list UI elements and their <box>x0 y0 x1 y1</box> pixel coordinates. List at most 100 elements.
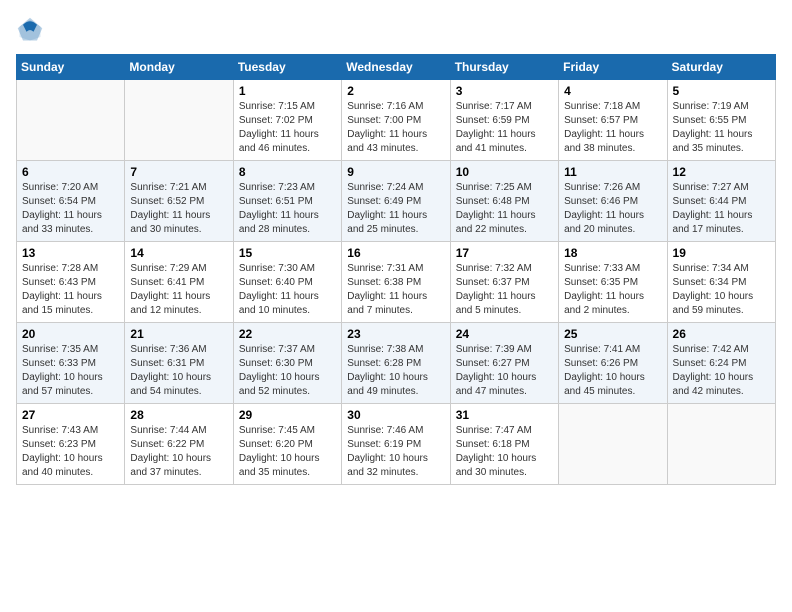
calendar-cell: 16 Sunrise: 7:31 AMSunset: 6:38 PMDayligh… <box>342 242 450 323</box>
day-info: Sunrise: 7:31 AMSunset: 6:38 PMDaylight:… <box>347 262 444 318</box>
day-number: 26 <box>673 327 770 341</box>
day-info: Sunrise: 7:35 AMSunset: 6:33 PMDaylight:… <box>22 343 119 399</box>
day-number: 21 <box>130 327 227 341</box>
calendar-week-row: 20 Sunrise: 7:35 AMSunset: 6:33 PMDayligh… <box>17 323 776 404</box>
day-number: 2 <box>347 84 444 98</box>
calendar-header-friday: Friday <box>559 55 667 80</box>
day-info: Sunrise: 7:41 AMSunset: 6:26 PMDaylight:… <box>564 343 661 399</box>
calendar-cell: 29 Sunrise: 7:45 AMSunset: 6:20 PMDayligh… <box>233 404 341 485</box>
day-number: 20 <box>22 327 119 341</box>
day-number: 10 <box>456 165 553 179</box>
calendar-cell: 23 Sunrise: 7:38 AMSunset: 6:28 PMDayligh… <box>342 323 450 404</box>
day-info: Sunrise: 7:24 AMSunset: 6:49 PMDaylight:… <box>347 181 444 237</box>
calendar-cell <box>125 80 233 161</box>
calendar-cell: 20 Sunrise: 7:35 AMSunset: 6:33 PMDayligh… <box>17 323 125 404</box>
calendar-cell: 3Sunrise: 7:17 AMSunset: 6:59 PMDaylight… <box>450 80 558 161</box>
calendar-cell: 22Sunrise: 7:37 AMSunset: 6:30 PMDayligh… <box>233 323 341 404</box>
day-info: Sunrise: 7:29 AMSunset: 6:41 PMDaylight:… <box>130 262 227 318</box>
day-info: Sunrise: 7:26 AMSunset: 6:46 PMDaylight:… <box>564 181 661 237</box>
day-info: Sunrise: 7:46 AMSunset: 6:19 PMDaylight:… <box>347 424 444 480</box>
calendar-cell: 18 Sunrise: 7:33 AMSunset: 6:35 PMDayligh… <box>559 242 667 323</box>
calendar-cell: 19 Sunrise: 7:34 AMSunset: 6:34 PMDayligh… <box>667 242 775 323</box>
day-number: 7 <box>130 165 227 179</box>
calendar-cell: 9 Sunrise: 7:24 AMSunset: 6:49 PMDaylight… <box>342 161 450 242</box>
day-number: 5 <box>673 84 770 98</box>
calendar-cell: 26 Sunrise: 7:42 AMSunset: 6:24 PMDayligh… <box>667 323 775 404</box>
day-info: Sunrise: 7:19 AMSunset: 6:55 PMDaylight:… <box>673 100 770 156</box>
day-number: 28 <box>130 408 227 422</box>
day-number: 9 <box>347 165 444 179</box>
calendar-cell: 28 Sunrise: 7:44 AMSunset: 6:22 PMDayligh… <box>125 404 233 485</box>
calendar-header-row: SundayMondayTuesdayWednesdayThursdayFrid… <box>17 55 776 80</box>
day-number: 24 <box>456 327 553 341</box>
day-number: 14 <box>130 246 227 260</box>
calendar-cell: 24 Sunrise: 7:39 AMSunset: 6:27 PMDayligh… <box>450 323 558 404</box>
calendar-header-sunday: Sunday <box>17 55 125 80</box>
day-info: Sunrise: 7:27 AMSunset: 6:44 PMDaylight:… <box>673 181 770 237</box>
calendar-week-row: 6 Sunrise: 7:20 AMSunset: 6:54 PMDaylight… <box>17 161 776 242</box>
day-info: Sunrise: 7:43 AMSunset: 6:23 PMDaylight:… <box>22 424 119 480</box>
calendar-cell: 27Sunrise: 7:43 AMSunset: 6:23 PMDayligh… <box>17 404 125 485</box>
day-info: Sunrise: 7:16 AMSunset: 7:00 PMDaylight:… <box>347 100 444 156</box>
day-number: 31 <box>456 408 553 422</box>
calendar-header-tuesday: Tuesday <box>233 55 341 80</box>
calendar-cell: 10 Sunrise: 7:25 AMSunset: 6:48 PMDayligh… <box>450 161 558 242</box>
day-info: Sunrise: 7:21 AMSunset: 6:52 PMDaylight:… <box>130 181 227 237</box>
day-info: Sunrise: 7:15 AMSunset: 7:02 PMDaylight:… <box>239 100 336 156</box>
day-number: 13 <box>22 246 119 260</box>
calendar-table: SundayMondayTuesdayWednesdayThursdayFrid… <box>16 54 776 485</box>
calendar-cell <box>559 404 667 485</box>
day-info: Sunrise: 7:33 AMSunset: 6:35 PMDaylight:… <box>564 262 661 318</box>
day-number: 29 <box>239 408 336 422</box>
day-number: 6 <box>22 165 119 179</box>
page-header <box>16 16 776 44</box>
day-number: 1 <box>239 84 336 98</box>
day-info: Sunrise: 7:39 AMSunset: 6:27 PMDaylight:… <box>456 343 553 399</box>
calendar-cell: 17 Sunrise: 7:32 AMSunset: 6:37 PMDayligh… <box>450 242 558 323</box>
day-info: Sunrise: 7:25 AMSunset: 6:48 PMDaylight:… <box>456 181 553 237</box>
calendar-cell: 25Sunrise: 7:41 AMSunset: 6:26 PMDayligh… <box>559 323 667 404</box>
day-info: Sunrise: 7:23 AMSunset: 6:51 PMDaylight:… <box>239 181 336 237</box>
day-number: 18 <box>564 246 661 260</box>
calendar-cell: 14 Sunrise: 7:29 AMSunset: 6:41 PMDayligh… <box>125 242 233 323</box>
day-info: Sunrise: 7:28 AMSunset: 6:43 PMDaylight:… <box>22 262 119 318</box>
day-number: 8 <box>239 165 336 179</box>
day-info: Sunrise: 7:45 AMSunset: 6:20 PMDaylight:… <box>239 424 336 480</box>
logo-icon <box>16 16 44 44</box>
day-info: Sunrise: 7:32 AMSunset: 6:37 PMDaylight:… <box>456 262 553 318</box>
day-number: 12 <box>673 165 770 179</box>
day-info: Sunrise: 7:34 AMSunset: 6:34 PMDaylight:… <box>673 262 770 318</box>
calendar-cell: 8 Sunrise: 7:23 AMSunset: 6:51 PMDaylight… <box>233 161 341 242</box>
day-info: Sunrise: 7:20 AMSunset: 6:54 PMDaylight:… <box>22 181 119 237</box>
calendar-header-wednesday: Wednesday <box>342 55 450 80</box>
day-info: Sunrise: 7:17 AMSunset: 6:59 PMDaylight:… <box>456 100 553 156</box>
day-info: Sunrise: 7:37 AMSunset: 6:30 PMDaylight:… <box>239 343 336 399</box>
calendar-header-thursday: Thursday <box>450 55 558 80</box>
day-info: Sunrise: 7:38 AMSunset: 6:28 PMDaylight:… <box>347 343 444 399</box>
day-number: 19 <box>673 246 770 260</box>
logo <box>16 16 48 44</box>
day-number: 30 <box>347 408 444 422</box>
day-info: Sunrise: 7:18 AMSunset: 6:57 PMDaylight:… <box>564 100 661 156</box>
day-info: Sunrise: 7:42 AMSunset: 6:24 PMDaylight:… <box>673 343 770 399</box>
calendar-header-monday: Monday <box>125 55 233 80</box>
calendar-cell: 30 Sunrise: 7:46 AMSunset: 6:19 PMDayligh… <box>342 404 450 485</box>
calendar-cell: 4 Sunrise: 7:18 AMSunset: 6:57 PMDaylight… <box>559 80 667 161</box>
calendar-cell: 31Sunrise: 7:47 AMSunset: 6:18 PMDayligh… <box>450 404 558 485</box>
day-info: Sunrise: 7:44 AMSunset: 6:22 PMDaylight:… <box>130 424 227 480</box>
calendar-cell: 15 Sunrise: 7:30 AMSunset: 6:40 PMDayligh… <box>233 242 341 323</box>
calendar-week-row: 27Sunrise: 7:43 AMSunset: 6:23 PMDayligh… <box>17 404 776 485</box>
day-info: Sunrise: 7:36 AMSunset: 6:31 PMDaylight:… <box>130 343 227 399</box>
calendar-cell: 1 Sunrise: 7:15 AMSunset: 7:02 PMDaylight… <box>233 80 341 161</box>
day-number: 23 <box>347 327 444 341</box>
calendar-cell: 6 Sunrise: 7:20 AMSunset: 6:54 PMDaylight… <box>17 161 125 242</box>
calendar-cell: 7 Sunrise: 7:21 AMSunset: 6:52 PMDaylight… <box>125 161 233 242</box>
calendar-cell: 13 Sunrise: 7:28 AMSunset: 6:43 PMDayligh… <box>17 242 125 323</box>
day-info: Sunrise: 7:30 AMSunset: 6:40 PMDaylight:… <box>239 262 336 318</box>
day-number: 17 <box>456 246 553 260</box>
calendar-header-saturday: Saturday <box>667 55 775 80</box>
day-number: 15 <box>239 246 336 260</box>
day-number: 16 <box>347 246 444 260</box>
calendar-cell <box>17 80 125 161</box>
day-number: 4 <box>564 84 661 98</box>
